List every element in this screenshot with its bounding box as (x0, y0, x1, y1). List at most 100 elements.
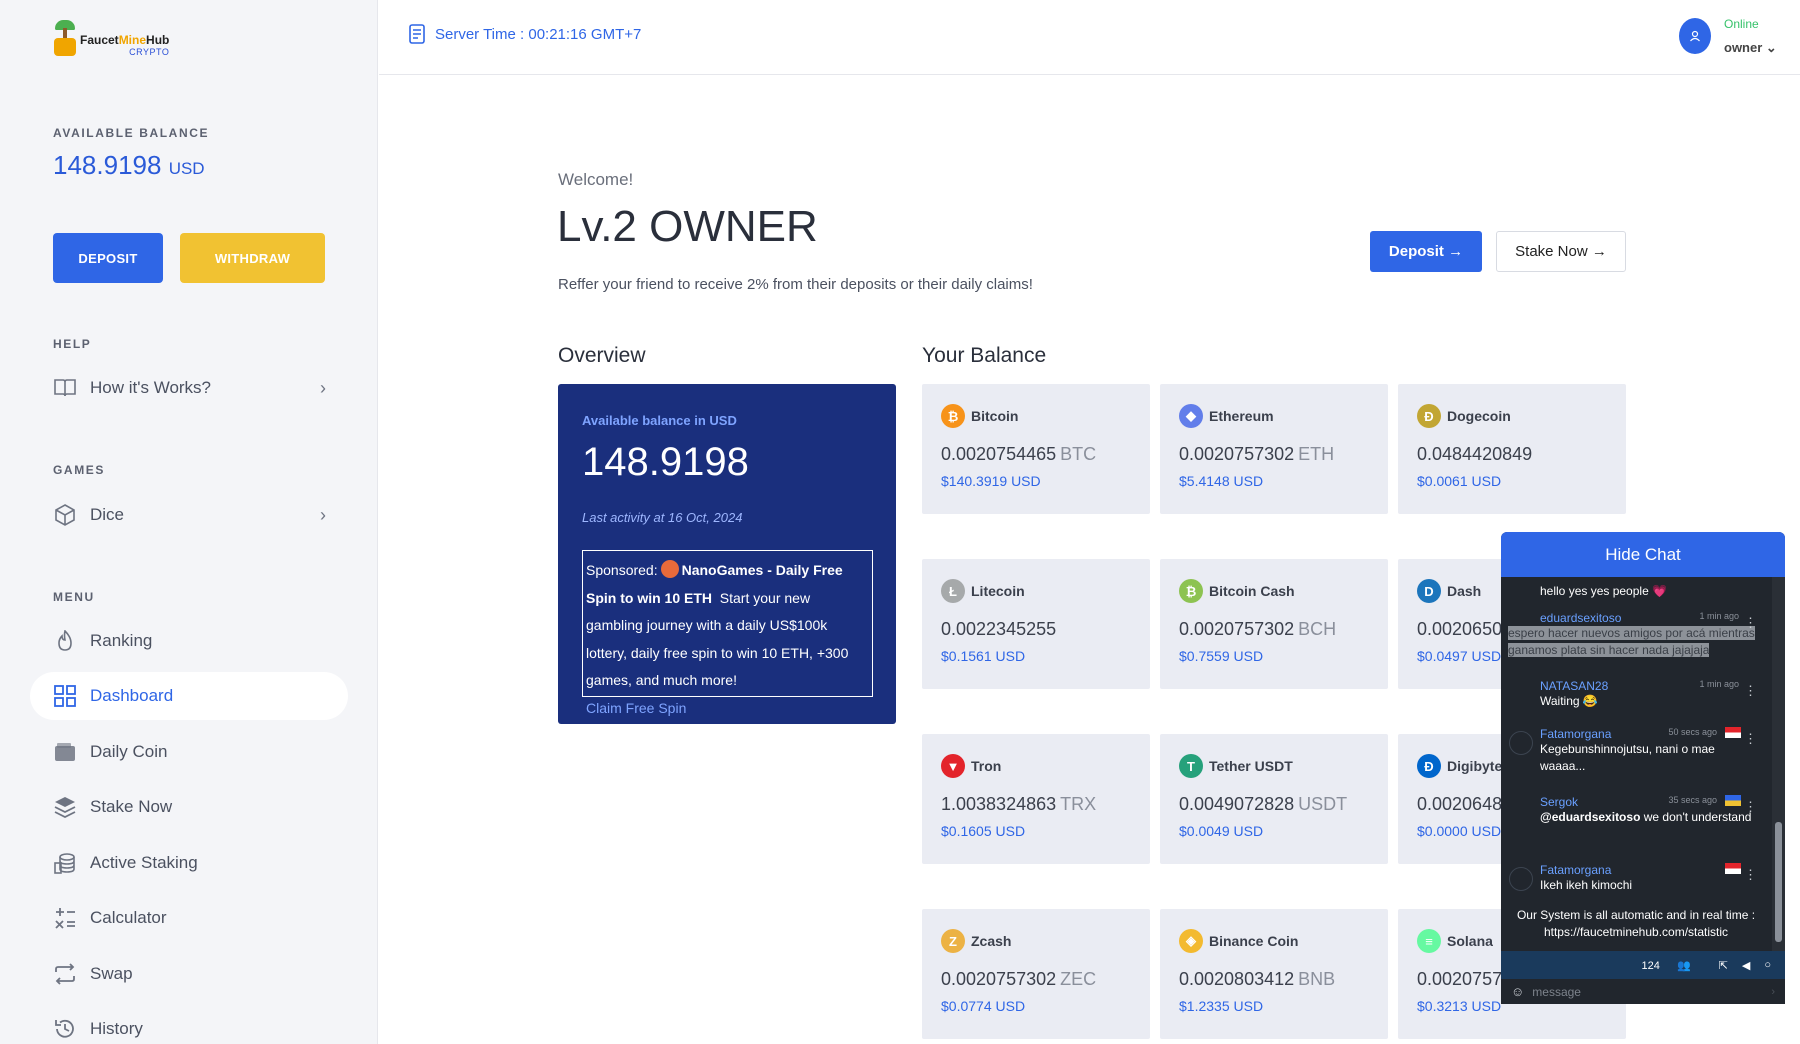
coin-usd-value: $0.1605 USD (941, 823, 1026, 839)
coin-usd-value: $5.4148 USD (1179, 473, 1264, 489)
coin-card-dogecoin[interactable]: Ð Dogecoin 0.0484420849 $0.0061 USD (1398, 384, 1626, 514)
coin-card-bitcoin-cash[interactable]: ₿ Bitcoin Cash 0.0020757302 BCH $0.7559 USD (1160, 559, 1388, 689)
coin-name: Dogecoin (1447, 408, 1511, 424)
sidebar-item-daily-coin[interactable]: Daily Coin (30, 728, 348, 776)
coin-amount: 0.0484420849 (1417, 444, 1533, 464)
more-icon[interactable]: ⋮ (1744, 867, 1757, 883)
sidebar-item-how-it-works[interactable]: How it's Works? › (30, 364, 348, 412)
chat-message: Fatamorgana 50 secs ago ⋮ Kegebunshinnoj… (1508, 727, 1763, 775)
stake-now-button[interactable]: Stake Now → (1496, 231, 1626, 272)
brand-logo[interactable]: FaucetMineHub CRYPTO (52, 20, 169, 58)
coin-header: D Dash (1417, 579, 1481, 603)
chat-message: NATASAN28 1 min ago ⋮ Waiting 😂 (1540, 679, 1757, 708)
sidebar-item-history[interactable]: History (30, 1005, 348, 1044)
coin-usd-value: $0.0000 USD (1417, 823, 1502, 839)
avatar[interactable] (1679, 18, 1711, 54)
flag-ua-icon (1725, 795, 1741, 806)
coin-usd-value: $0.0774 USD (941, 998, 1026, 1014)
sidebar-item-active-staking[interactable]: Active Staking (30, 839, 348, 887)
more-icon[interactable]: ⋮ (1744, 799, 1757, 815)
coin-header: ◆ Ethereum (1179, 404, 1274, 428)
sidebar-item-dashboard[interactable]: Dashboard (30, 672, 348, 720)
sidebar-item-swap[interactable]: Swap (30, 950, 348, 998)
sidebar-item-calculator[interactable]: Calculator (30, 894, 348, 942)
chat-messages[interactable]: hello yes yes people 💗 eduardsexitoso 1 … (1501, 577, 1771, 951)
brand-sub: CRYPTO (129, 47, 170, 57)
coin-card-zcash[interactable]: Z Zcash 0.0020757302 ZEC $0.0774 USD (922, 909, 1150, 1039)
welcome-text: Welcome! (558, 170, 634, 189)
referral-text: Reffer your friend to receive 2% from th… (558, 276, 1033, 293)
coin-card-litecoin[interactable]: Ł Litecoin 0.0022345255 $0.1561 USD (922, 559, 1150, 689)
games-section-label: GAMES (53, 463, 106, 477)
topbar: Server Time : 00:21:16 GMT+7 Online owne… (379, 0, 1800, 75)
sponsored-box: Sponsored: NanoGames - Daily Free Spin to… (582, 550, 873, 716)
online-status: Online (1724, 17, 1759, 31)
calculator-icon (52, 905, 78, 931)
coin-icon: Z (941, 929, 965, 953)
server-time: Server Time : 00:21:16 GMT+7 (409, 24, 641, 44)
coin-header: ▼ Tron (941, 754, 1001, 778)
system-message: Our System is all automatic and in real … (1516, 908, 1756, 939)
coin-header: Z Zcash (941, 929, 1011, 953)
coin-card-bitcoin[interactable]: ₿ Bitcoin 0.0020754465 BTC $140.3919 USD (922, 384, 1150, 514)
coin-amount: 0.0020757302 ZEC (941, 969, 1097, 989)
coin-amount: 0.0022345255 (941, 619, 1057, 639)
coin-header: ₿ Bitcoin (941, 404, 1018, 428)
overview-card: Available balance in USD 148.9198 Last a… (558, 384, 896, 724)
emoji-icon[interactable]: ☺ (1511, 984, 1524, 999)
coin-name: Tron (971, 758, 1002, 774)
coin-usd-value: $0.3213 USD (1417, 998, 1502, 1014)
sidebar-withdraw-button[interactable]: WITHDRAW (180, 233, 325, 283)
wallet-icon (52, 739, 78, 765)
send-icon[interactable]: › (1771, 986, 1775, 998)
coin-card-binance-coin[interactable]: ◈ Binance Coin 0.0020803412 BNB $1.2335 USD (1160, 909, 1388, 1039)
sound-icon[interactable]: ◀ (1742, 959, 1750, 972)
coin-icon: Ð (1417, 404, 1441, 428)
coin-usd-value: $0.0497 USD (1417, 648, 1502, 664)
coin-usd-value: $0.0061 USD (1417, 473, 1502, 489)
coin-amount: 0.0049072828 USDT (1179, 794, 1348, 814)
coin-card-tether-usdt[interactable]: T Tether USDT 0.0049072828 USDT $0.0049 USD (1160, 734, 1388, 864)
chat-scrollbar[interactable] (1772, 577, 1785, 951)
more-icon[interactable]: ⋮ (1744, 615, 1757, 631)
deposit-button[interactable]: Deposit → (1370, 231, 1482, 272)
popout-icon[interactable]: ⇱ (1719, 959, 1728, 972)
flag-id-icon (1725, 727, 1741, 738)
coin-usd-value: $140.3919 USD (941, 473, 1041, 489)
settings-icon[interactable]: ○ (1764, 959, 1771, 971)
avatar (1509, 867, 1533, 891)
flame-icon (52, 628, 78, 654)
coin-name: Tether USDT (1209, 758, 1293, 774)
last-activity: Last activity at 16 Oct, 2024 (582, 510, 743, 525)
coin-icon: ◈ (1179, 929, 1203, 953)
coin-icon: Ð (1417, 754, 1441, 778)
sidebar-item-ranking[interactable]: Ranking (30, 617, 348, 665)
sidebar-item-stake-now[interactable]: Stake Now (30, 783, 348, 831)
coin-header: Ð Dogecoin (1417, 404, 1511, 428)
arrow-right-icon: → (1448, 243, 1464, 260)
claim-free-spin-link[interactable]: Claim Free Spin (586, 700, 686, 716)
coin-name: Zcash (971, 933, 1012, 949)
sidebar: FaucetMineHub CRYPTO AVAILABLE BALANCE 1… (0, 0, 378, 1044)
hide-chat-button[interactable]: Hide Chat (1501, 532, 1785, 577)
more-icon[interactable]: ⋮ (1744, 731, 1757, 747)
users-icon: 👥 (1676, 959, 1691, 972)
coin-name: Bitcoin Cash (1209, 583, 1295, 599)
avatar (1509, 731, 1533, 755)
coin-card-tron[interactable]: ▼ Tron 1.0038324863 TRX $0.1605 USD (922, 734, 1150, 864)
chat-message: hello yes yes people 💗 (1540, 584, 1668, 598)
coin-name: Binance Coin (1209, 933, 1299, 949)
coin-card-ethereum[interactable]: ◆ Ethereum 0.0020757302 ETH $5.4148 USD (1160, 384, 1388, 514)
sidebar-deposit-button[interactable]: DEPOSIT (53, 233, 163, 283)
coin-amount: 1.0038324863 TRX (941, 794, 1097, 814)
chat-message-input[interactable] (1532, 984, 1733, 999)
sidebar-item-dice[interactable]: Dice › (30, 491, 348, 539)
coin-header: ◈ Binance Coin (1179, 929, 1298, 953)
more-icon[interactable]: ⋮ (1744, 683, 1757, 699)
user-icon (1690, 30, 1700, 42)
arrow-right-icon: → (1591, 243, 1607, 260)
chevron-down-icon: ⌄ (1765, 40, 1777, 55)
coin-name: Solana (1447, 933, 1493, 949)
chat-message: eduardsexitoso 1 min ago ⋮ espero hacer … (1508, 611, 1757, 657)
user-menu[interactable]: owner ⌄ (1724, 40, 1777, 56)
